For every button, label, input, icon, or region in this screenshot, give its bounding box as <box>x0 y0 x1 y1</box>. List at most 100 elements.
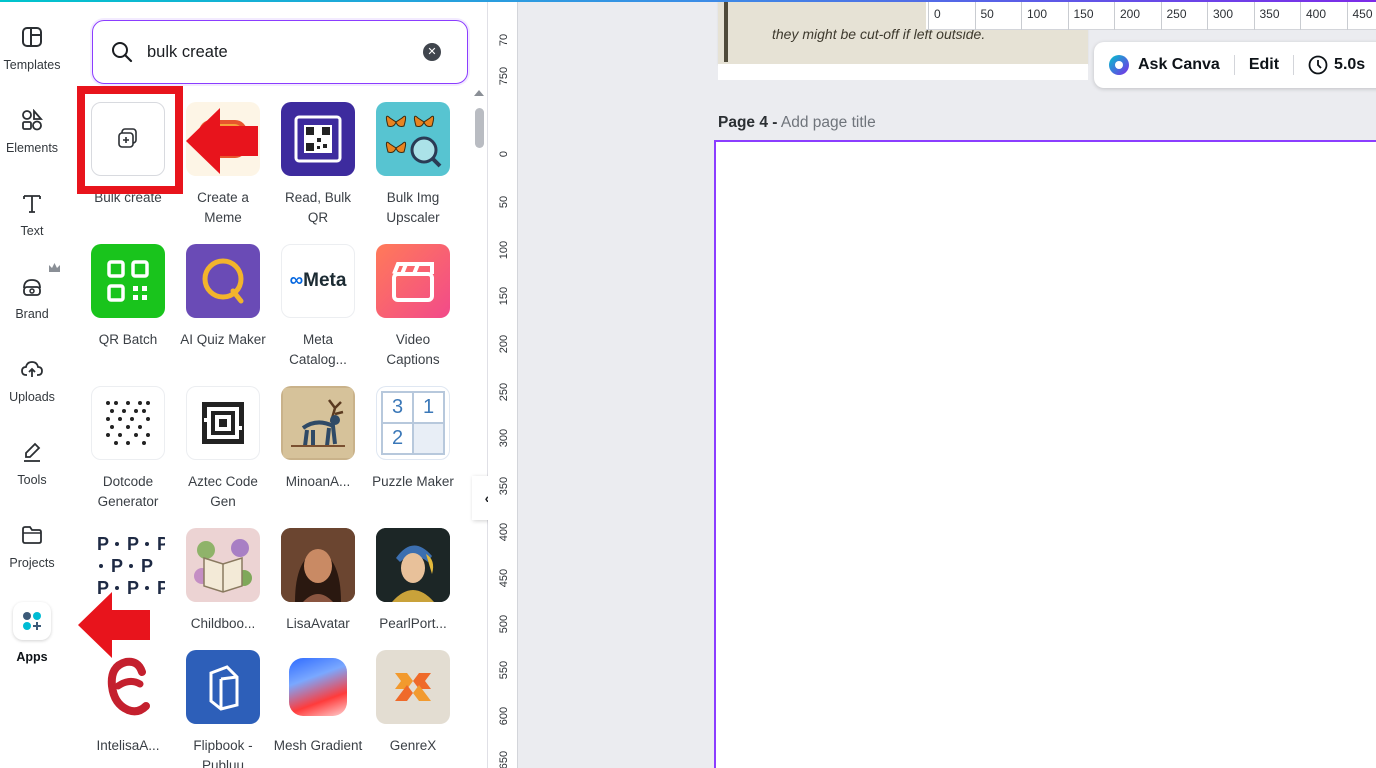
app-tile-minoan[interactable]: MinoanA... <box>273 386 363 516</box>
app-tile-puzzle-maker[interactable]: 3 1 2 Puzzle Maker <box>368 386 458 516</box>
app-tile-intelisa[interactable]: IntelisaA... <box>83 650 173 768</box>
app-tile-genrex[interactable]: GenreX <box>368 650 458 768</box>
app-tile-bulk-create[interactable]: Bulk create <box>83 102 173 232</box>
rail-item-tools[interactable]: Tools <box>0 423 64 499</box>
ruler-tick-label: 400 <box>498 522 510 542</box>
ruler-tick <box>974 2 976 30</box>
templates-icon <box>19 24 45 50</box>
rail-label: Elements <box>5 141 59 155</box>
ruler-tick-label: 100 <box>1027 7 1048 21</box>
panel-scrollbar[interactable] <box>472 90 484 768</box>
app-tile-qr-batch[interactable]: QR Batch <box>83 244 173 374</box>
search-input[interactable] <box>147 39 407 65</box>
app-tile-create-meme[interactable]: Create a Meme <box>178 102 268 232</box>
app-label: IntelisaA... <box>96 738 160 753</box>
genrex-logo-icon <box>376 650 450 724</box>
scroll-up-arrow-icon[interactable] <box>474 90 484 96</box>
edit-label: Edit <box>1248 56 1280 73</box>
ruler-tick-label: 200 <box>1120 7 1141 21</box>
app-tile-dotcode-generator[interactable]: Dotcode Generator <box>83 386 173 516</box>
ruler-tick-label: 550 <box>498 660 510 680</box>
ruler-tick-label: 450 <box>498 568 510 588</box>
ask-canva-button[interactable]: Ask Canva <box>1094 42 1234 88</box>
qr-code-icon <box>281 102 355 176</box>
ruler-tick <box>1114 2 1115 30</box>
rail-item-elements[interactable]: Elements <box>0 91 64 167</box>
app-label: PearlPort... <box>379 616 447 631</box>
edit-button[interactable]: Edit <box>1235 42 1293 88</box>
pearl-portrait-icon <box>376 528 450 602</box>
page-4-canvas[interactable] <box>714 140 1376 768</box>
app-tile-pearl-portrait[interactable]: PearlPort... <box>368 528 458 658</box>
puzzle-cell-empty <box>413 423 444 454</box>
app-label: Bulk create <box>94 190 162 205</box>
ask-canva-label: Ask Canva <box>1138 56 1220 73</box>
add-page-title-button[interactable]: Add page title <box>781 114 876 131</box>
app-tile-flipbook-publuu[interactable]: Flipbook - Publuu <box>178 650 268 768</box>
app-label: GenreX <box>389 738 437 753</box>
app-label: AI Quiz Maker <box>180 332 266 347</box>
svg-text:P: P <box>111 556 123 576</box>
app-label: MinoanA... <box>285 474 351 489</box>
app-tile-pattern[interactable]: PPPPPPPP ...e... <box>83 528 173 658</box>
app-tile-ai-quiz-maker[interactable]: AI Quiz Maker <box>178 244 268 374</box>
app-label: Flipbook - Publuu <box>193 738 253 768</box>
app-tile-bulk-img-upscaler[interactable]: Bulk Img Upscaler <box>368 102 458 232</box>
app-label: Bulk Img Upscaler <box>386 190 440 225</box>
app-label: Mesh Gradient <box>273 738 363 753</box>
avatar-portrait-icon <box>281 528 355 602</box>
app-tile-lisa-avatar[interactable]: LisaAvatar <box>273 528 363 658</box>
apps-panel: ✕ Bulk create Create a Meme Read, Bulk Q… <box>64 2 488 768</box>
ruler-tick <box>1346 2 1348 30</box>
rail-item-uploads[interactable]: Uploads <box>0 340 64 416</box>
clapperboard-icon <box>376 244 450 318</box>
ruler-tick-label: 350 <box>1259 7 1280 21</box>
rail-item-text[interactable]: Text <box>0 174 64 250</box>
ruler-tick-label: 400 <box>1306 7 1327 21</box>
ruler-tick-label: 150 <box>498 286 510 306</box>
svg-text:P: P <box>127 534 139 554</box>
app-tile-video-captions[interactable]: Video Captions <box>368 244 458 374</box>
ruler-tick-label: 250 <box>1166 7 1187 21</box>
ruler-tick-label: 0 <box>934 7 941 21</box>
search-icon <box>111 41 133 68</box>
rail-label: Projects <box>9 556 55 570</box>
app-tile-read-bulk-qr[interactable]: Read, Bulk QR <box>273 102 363 232</box>
app-label: Puzzle Maker <box>372 474 454 489</box>
canva-assistant-icon <box>1108 54 1130 76</box>
ruler-tick-label: 300 <box>498 428 510 448</box>
ruler-tick-label: 70 <box>498 33 510 47</box>
app-tile-aztec-code-gen[interactable]: Aztec Code Gen <box>178 386 268 516</box>
app-label: Aztec Code Gen <box>188 474 258 509</box>
app-tile-mesh-gradient[interactable]: Mesh Gradient <box>273 650 363 768</box>
app-label: QR Batch <box>98 332 158 347</box>
puzzle-cell: 2 <box>382 423 413 454</box>
rail-label: Apps <box>16 650 48 664</box>
dotcode-icon <box>91 386 165 460</box>
app-tile-childbook[interactable]: Childboo... <box>178 528 268 658</box>
page-toolbar: Ask Canva Edit 5.0s <box>1094 42 1376 88</box>
clock-icon <box>1308 55 1328 75</box>
svg-text:P: P <box>97 534 109 554</box>
app-tile-meta-catalog[interactable]: ∞Meta Meta Catalog... <box>273 244 363 374</box>
app-label: ...e... <box>112 616 143 631</box>
rail-item-templates[interactable]: Templates <box>0 8 64 84</box>
intelisa-logo-icon <box>91 650 165 724</box>
flipbook-icon <box>186 650 260 724</box>
search-box: ✕ <box>92 20 468 84</box>
scroll-thumb[interactable] <box>475 108 484 148</box>
app-label: Video Captions <box>386 332 440 367</box>
rail-item-projects[interactable]: Projects <box>0 506 64 582</box>
quiz-icon <box>186 244 260 318</box>
meme-icon <box>186 102 260 176</box>
rail-item-apps[interactable]: Apps <box>0 592 64 668</box>
clear-search-button[interactable]: ✕ <box>423 43 441 61</box>
ruler-tick-label: 350 <box>498 476 510 496</box>
storybook-icon <box>186 528 260 602</box>
previous-page-bottom <box>718 64 1088 80</box>
svg-text:P: P <box>141 556 153 576</box>
duration-button[interactable]: 5.0s <box>1294 42 1376 88</box>
svg-text:P: P <box>157 578 165 598</box>
app-label: LisaAvatar <box>286 616 350 631</box>
ruler-tick-label: 600 <box>498 706 510 726</box>
